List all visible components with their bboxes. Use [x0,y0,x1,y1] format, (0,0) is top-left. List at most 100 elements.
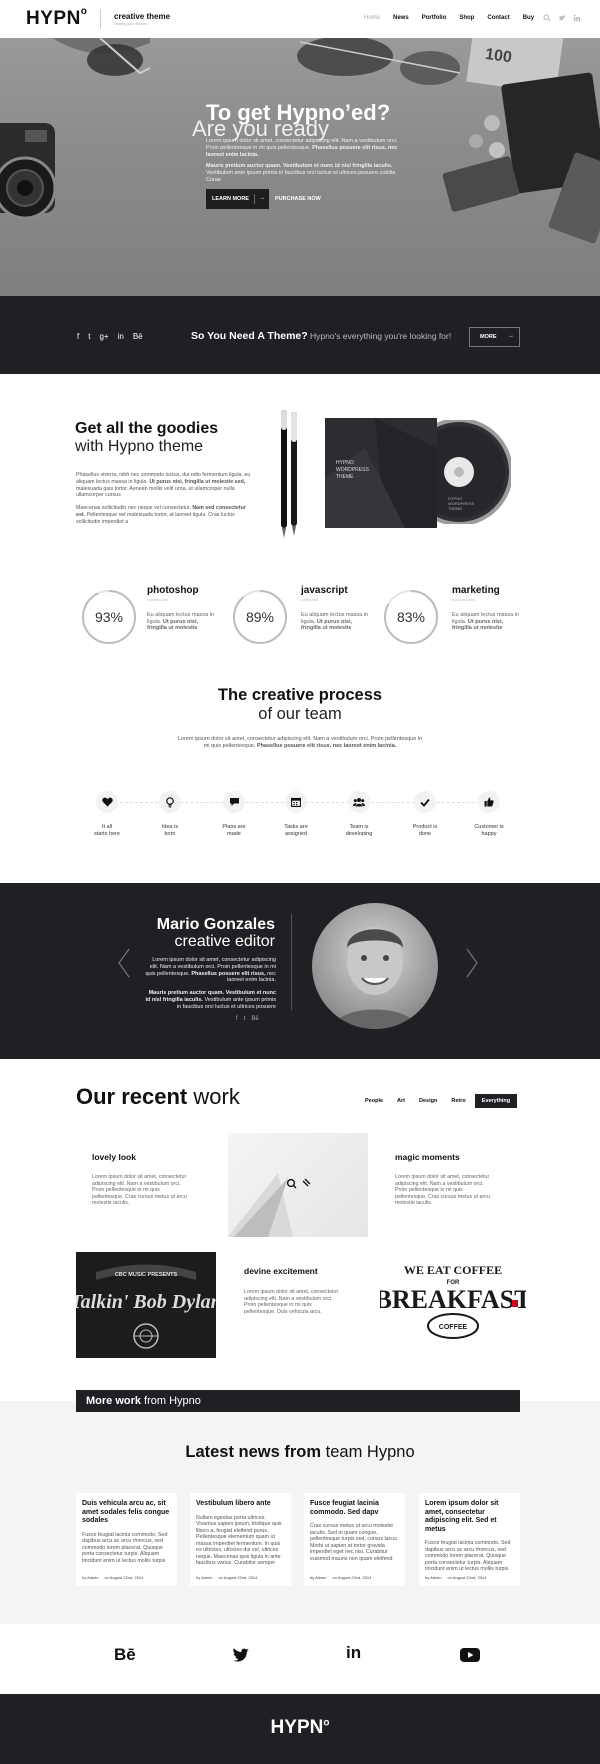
nav-buy[interactable]: Buy [523,15,534,21]
poster-line: COFFEE [439,1324,468,1331]
process-step: Plans are made [204,791,264,837]
bio-bold: Phasellus posuere elit risus, [191,970,266,977]
filter-art[interactable]: Art [392,1094,410,1108]
goodies-p2-tail: Pellentesque vel malesuada tortor, at la… [76,511,235,525]
nav-contact[interactable]: Contact [487,15,509,21]
news-card-title[interactable]: Vestibulum libero ante [196,1500,285,1509]
news-card-title[interactable]: Fusce feugiat lacinia commodo. Sed dapv [310,1500,399,1517]
chat-icon [223,791,245,813]
news-author[interactable]: by Admin [196,1575,212,1580]
news-author[interactable]: by Admin [310,1575,326,1580]
work-item-title[interactable]: lovely look [92,1152,136,1162]
facebook-icon[interactable]: f [236,1016,238,1022]
work-item-title[interactable]: magic moments [395,1152,460,1162]
news-card[interactable]: Vestibulum libero ante Nullam egestas po… [190,1493,291,1586]
news-title-bold: Latest news from [185,1443,322,1461]
behance-icon[interactable]: Bē [133,332,143,341]
search-icon[interactable] [543,14,551,22]
twitter-icon[interactable] [558,14,566,22]
filter-everything[interactable]: Everything [474,1094,518,1108]
goodies-p1-tail: malesuada quis tortor. Aenean mollis vel… [76,485,235,499]
nav-portfolio[interactable]: Portfolio [422,15,447,21]
tagline-sub: creating your dreams [114,22,147,26]
testimonial-divider [291,914,292,1010]
filter-retro[interactable]: Retro [446,1094,470,1108]
news-card-title[interactable]: Lorem ipsum dolor sit amet, consectetur … [425,1500,514,1534]
case-label: HYPNO WORDPRESS THEME [336,460,369,481]
work-image-breakfast[interactable]: WE EAT COFFEE FOR BREAKFAST COFFEE [380,1260,526,1348]
twitter-icon[interactable] [232,1648,250,1663]
nav-home[interactable]: Home [364,15,380,21]
stat-percent: 89% [245,609,275,625]
calendar-icon [285,791,307,813]
nav-shop[interactable]: Shop [459,15,474,21]
linkedin-icon[interactable] [573,14,581,22]
more-work-bar[interactable]: More work from Hypno [76,1390,520,1412]
news-card-title[interactable]: Duis vehicula arcu ac, sit amet sodales … [82,1500,171,1526]
process-step: Tasks are assigned [266,791,326,837]
hero-p2-text: Vestibulum ante ipsum primis in faucibus… [206,170,396,183]
youtube-icon[interactable] [460,1648,480,1662]
work-item-title[interactable]: devine excitement [244,1266,318,1276]
footer-logo[interactable]: HYPNo [0,1717,600,1739]
news-card-body: Fusce feugiat lacinia commodo. Sed dapib… [425,1540,511,1573]
goodies-paragraph-1: Phasellus viverra, nibh nec commodo luct… [76,472,256,499]
twitter-icon[interactable]: t [88,332,90,341]
step-label-line: born [164,830,176,837]
process-step: It all starts here [77,791,137,837]
footer-social-strip [0,1624,600,1694]
stat-ring: 83% [383,589,439,645]
arrow-right-icon: → [259,195,265,201]
news-date: on August 22nd, 2014 [104,1575,144,1580]
linkedin-icon[interactable]: in [346,1643,361,1663]
member-avatar [312,903,438,1029]
disc-label: HYPNO WORDPRESS THEME [448,496,474,511]
goodies-p2-text: Maecenas sollicitudin nec neque vel cons… [76,505,191,511]
news-card[interactable]: Duis vehicula arcu ac, sit amet sodales … [76,1493,177,1586]
hero-paragraph-2: Mauris pretium auctor quam. Vestibulum e… [206,163,406,184]
tagline-title: creative theme [114,12,171,21]
logo-text: HYPN [26,8,81,29]
stat-subtitle: promotion skill [452,598,475,602]
facebook-icon[interactable]: f [77,332,79,341]
work-image-lovely[interactable] [228,1133,368,1237]
news-card-body: Cras cursus metus ut arcu molestie iacul… [310,1523,399,1562]
next-arrow[interactable] [465,948,479,978]
filter-people[interactable]: People [360,1094,388,1108]
more-label: MORE [480,334,497,340]
prev-arrow[interactable] [117,948,131,978]
header-icons [543,14,581,22]
button-divider [254,194,255,204]
process-step: Customer is happy [459,791,519,837]
case-label-line: WORDPRESS [336,467,369,473]
google-plus-icon[interactable]: g+ [99,332,108,341]
band-more-button[interactable]: MORE → [469,327,520,347]
news-date: on August 22nd, 2014 [447,1575,487,1580]
work-image-bob-dylan[interactable]: CBC MUSIC PRESENTS Talkin' Bob Dylan [76,1252,216,1358]
linkedin-icon[interactable]: in [118,332,124,341]
recent-work-title-light: work [193,1084,240,1109]
nav-news[interactable]: News [393,15,409,21]
stat-title: photoshop [147,585,199,596]
news-card[interactable]: Fusce feugiat lacinia commodo. Sed dapv … [304,1493,405,1586]
team-testimonial [0,883,600,1059]
poster-line: WE EAT COFFEE [404,1263,502,1277]
filter-design[interactable]: Design [414,1094,442,1108]
site-logo[interactable]: HYPNo [26,6,87,30]
learn-more-label: LEARN MORE [212,196,249,202]
learn-more-button[interactable]: LEARN MORE → [206,189,269,209]
news-card[interactable]: Lorem ipsum dolor sit amet, consectetur … [419,1493,520,1586]
stat-percent: 83% [396,609,426,625]
process-step: Team is developing [329,791,389,837]
behance-icon[interactable]: Bē [114,1645,136,1665]
team-icon [348,791,370,813]
pens-image [280,410,300,538]
behance-icon[interactable]: Bē [251,1016,258,1022]
step-label: Team is developing [329,824,389,837]
news-author[interactable]: by Admin [425,1575,441,1580]
hero-paragraph-1: Lorem ipsum dolor sit amet, consectetur … [206,138,406,159]
purchase-now-link[interactable]: PURCHASE NOW [275,196,321,202]
process-step: Product is done [395,791,455,837]
news-author[interactable]: by Admin [82,1575,98,1580]
twitter-icon[interactable]: t [244,1016,246,1022]
